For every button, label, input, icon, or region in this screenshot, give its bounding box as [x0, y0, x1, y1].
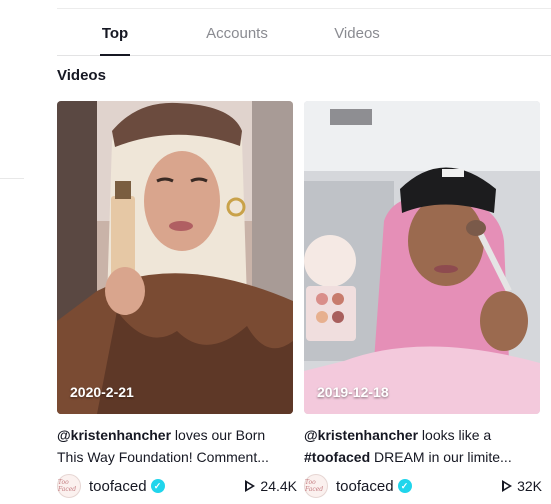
video-description: @kristenhancher looks like a #toofaced D… — [304, 424, 544, 468]
tab-accounts[interactable]: Accounts — [199, 16, 275, 56]
description-text: loves our Born — [171, 427, 266, 443]
search-results-page: Top Accounts Videos Videos 2020-2-21 @kr… — [0, 0, 551, 504]
description-text: DREAM in our limite... — [370, 449, 512, 465]
view-count: 24.4K — [245, 474, 297, 498]
play-icon — [502, 480, 513, 492]
verified-check-icon: ✓ — [397, 479, 412, 493]
top-divider — [57, 8, 551, 9]
video-meta: Too Faced toofaced ✓ 24.4K — [57, 474, 297, 498]
mention-link[interactable]: @kristenhancher — [304, 427, 418, 443]
video-date: 2020-2-21 — [70, 384, 134, 400]
active-tab-indicator — [100, 54, 130, 56]
mention-link[interactable]: @kristenhancher — [57, 427, 171, 443]
author-name[interactable]: toofaced — [89, 478, 147, 495]
description-text: looks like a — [418, 427, 492, 443]
play-icon — [245, 480, 256, 492]
video-thumbnail-image — [304, 101, 540, 414]
results-tabs: Top Accounts Videos — [57, 16, 551, 56]
sidebar-divider — [0, 178, 24, 179]
video-meta: Too Faced toofaced ✓ 32K — [304, 474, 544, 498]
tab-top[interactable]: Top — [100, 16, 130, 56]
author-avatar[interactable]: Too Faced — [304, 474, 328, 498]
author-name[interactable]: toofaced — [336, 478, 394, 495]
verified-check-icon: ✓ — [150, 479, 165, 493]
video-description: @kristenhancher loves our Born This Way … — [57, 424, 297, 468]
video-thumbnail-image — [57, 101, 293, 414]
view-count-text: 32K — [517, 478, 542, 494]
description-text: This Way Foundation! Comment... — [57, 449, 269, 465]
video-date: 2019-12-18 — [317, 384, 389, 400]
video-thumbnail[interactable]: 2019-12-18 — [304, 101, 540, 414]
video-thumbnail[interactable]: 2020-2-21 — [57, 101, 293, 414]
section-title: Videos — [57, 67, 106, 84]
video-card[interactable]: 2020-2-21 @kristenhancher loves our Born… — [57, 101, 297, 498]
video-card[interactable]: 2019-12-18 @kristenhancher looks like a … — [304, 101, 551, 498]
tab-videos[interactable]: Videos — [327, 16, 387, 56]
view-count: 32K — [502, 474, 542, 498]
author-avatar[interactable]: Too Faced — [57, 474, 81, 498]
view-count-text: 24.4K — [260, 478, 297, 494]
hashtag-link[interactable]: #toofaced — [304, 449, 370, 465]
